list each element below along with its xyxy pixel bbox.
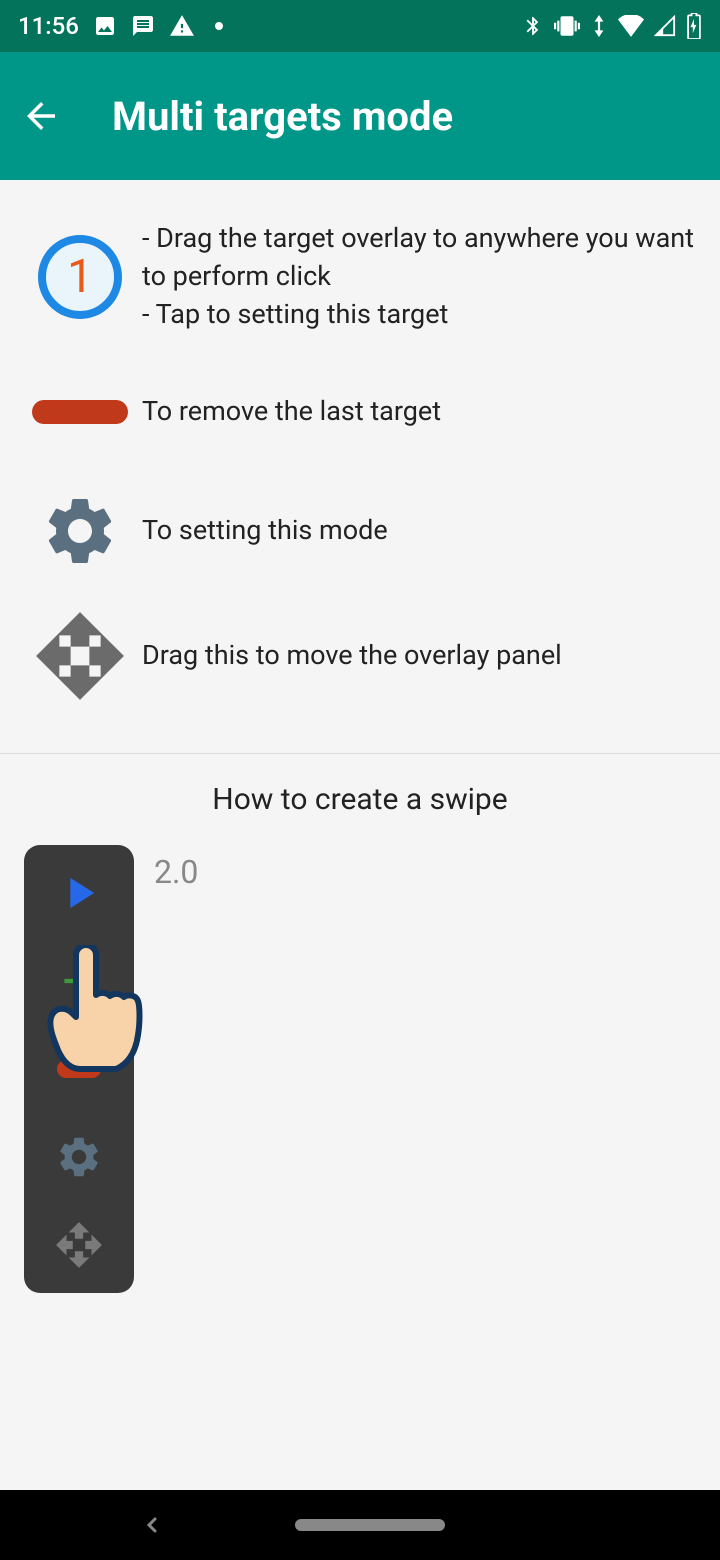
remove-pill-icon (32, 400, 128, 424)
app-bar-title: Multi targets mode (112, 93, 453, 140)
remove-button[interactable] (49, 1039, 109, 1099)
remove-text: To remove the last target (136, 393, 696, 431)
row-remove: To remove the last target (24, 393, 696, 431)
target-text-line1: - Drag the target overlay to anywhere yo… (142, 220, 696, 296)
row-move: Drag this to move the overlay panel (24, 611, 696, 701)
row-target: 1 - Drag the target overlay to anywhere … (24, 220, 696, 333)
row-settings: To setting this mode (24, 491, 696, 571)
settings-text: To setting this mode (136, 512, 696, 550)
signal-icon (654, 15, 676, 37)
app-bar: Multi targets mode (0, 52, 720, 180)
warning-icon (169, 13, 195, 39)
battery-icon (686, 13, 702, 39)
dot-icon (215, 22, 223, 30)
status-bar: 11:56 (0, 0, 720, 52)
swipe-area: 2.0 (24, 845, 696, 1293)
move-icon (35, 611, 125, 701)
nav-handle[interactable] (295, 1519, 445, 1531)
message-icon (131, 14, 155, 38)
status-time: 11:56 (18, 12, 79, 40)
swipe-version: 2.0 (154, 853, 198, 891)
divider (0, 753, 720, 754)
gear-icon (40, 491, 120, 571)
add-button[interactable] (49, 951, 109, 1011)
content: 1 - Drag the target overlay to anywhere … (0, 220, 720, 1293)
move-text: Drag this to move the overlay panel (136, 637, 696, 675)
target-text-line2: - Tap to setting this target (142, 296, 696, 334)
nav-bar (0, 1490, 720, 1560)
bluetooth-icon (522, 15, 544, 37)
panel-settings-button[interactable] (49, 1127, 109, 1187)
panel-move-button[interactable] (49, 1215, 109, 1275)
wifi-icon (618, 15, 644, 37)
image-icon (93, 14, 117, 38)
swipe-heading: How to create a swipe (24, 782, 696, 817)
data-icon (590, 15, 608, 37)
overlay-panel[interactable] (24, 845, 134, 1293)
target-number: 1 (67, 250, 93, 304)
back-icon[interactable] (20, 95, 62, 137)
target-circle-icon: 1 (38, 235, 122, 319)
play-button[interactable] (49, 863, 109, 923)
vibrate-icon (554, 13, 580, 39)
nav-back-icon[interactable] (140, 1513, 164, 1537)
